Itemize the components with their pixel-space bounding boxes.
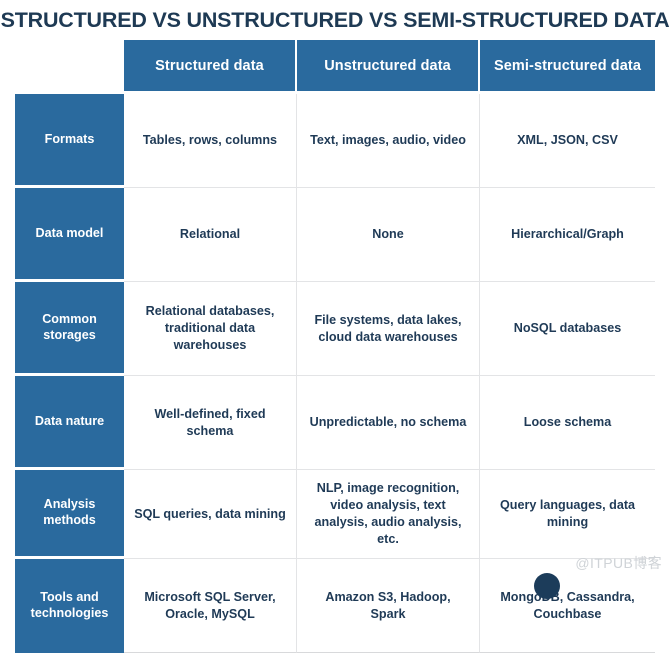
- table-header: Structured data Unstructured data Semi-s…: [15, 40, 655, 94]
- table-row: Analysis methods SQL queries, data minin…: [15, 470, 655, 559]
- cell-data-model-semi-structured: Hierarchical/Graph: [480, 188, 655, 282]
- cell-tools-unstructured: Amazon S3, Hadoop, Spark: [297, 559, 480, 653]
- cell-formats-semi-structured: XML, JSON, CSV: [480, 94, 655, 188]
- header-row: Structured data Unstructured data Semi-s…: [15, 40, 655, 94]
- table-body: Formats Tables, rows, columns Text, imag…: [15, 94, 655, 653]
- row-header-common-storages: Common storages: [15, 282, 124, 376]
- table-corner-cell: [15, 40, 124, 94]
- cell-analysis-methods-structured: SQL queries, data mining: [124, 470, 297, 559]
- row-header-data-nature: Data nature: [15, 376, 124, 470]
- comparison-table-container: Structured data Unstructured data Semi-s…: [15, 40, 655, 653]
- decorative-circle: [534, 573, 560, 599]
- cell-data-model-structured: Relational: [124, 188, 297, 282]
- cell-data-model-unstructured: None: [297, 188, 480, 282]
- table-row: Tools and technologies Microsoft SQL Ser…: [15, 559, 655, 653]
- row-header-formats: Formats: [15, 94, 124, 188]
- column-header-structured: Structured data: [124, 40, 297, 94]
- table-row: Data nature Well-defined, fixed schema U…: [15, 376, 655, 470]
- cell-common-storages-unstructured: File systems, data lakes, cloud data war…: [297, 282, 480, 376]
- row-header-analysis-methods: Analysis methods: [15, 470, 124, 559]
- cell-common-storages-semi-structured: NoSQL databases: [480, 282, 655, 376]
- table-row: Formats Tables, rows, columns Text, imag…: [15, 94, 655, 188]
- comparison-table: Structured data Unstructured data Semi-s…: [15, 40, 655, 653]
- comparison-infographic: STRUCTURED VS UNSTRUCTURED VS SEMI-STRUC…: [0, 0, 670, 653]
- table-row: Data model Relational None Hierarchical/…: [15, 188, 655, 282]
- cell-common-storages-structured: Relational databases, traditional data w…: [124, 282, 297, 376]
- cell-data-nature-semi-structured: Loose schema: [480, 376, 655, 470]
- cell-analysis-methods-semi-structured: Query languages, data mining: [480, 470, 655, 559]
- table-row: Common storages Relational databases, tr…: [15, 282, 655, 376]
- cell-data-nature-unstructured: Unpredictable, no schema: [297, 376, 480, 470]
- row-header-tools-and-technologies: Tools and technologies: [15, 559, 124, 653]
- cell-tools-structured: Microsoft SQL Server, Oracle, MySQL: [124, 559, 297, 653]
- column-header-unstructured: Unstructured data: [297, 40, 480, 94]
- row-header-data-model: Data model: [15, 188, 124, 282]
- cell-formats-unstructured: Text, images, audio, video: [297, 94, 480, 188]
- column-header-semi-structured: Semi-structured data: [480, 40, 655, 94]
- page-title: STRUCTURED VS UNSTRUCTURED VS SEMI-STRUC…: [0, 8, 670, 32]
- cell-formats-structured: Tables, rows, columns: [124, 94, 297, 188]
- cell-analysis-methods-unstructured: NLP, image recognition, video analysis, …: [297, 470, 480, 559]
- watermark-text: @ITPUB博客: [575, 555, 662, 571]
- cell-data-nature-structured: Well-defined, fixed schema: [124, 376, 297, 470]
- cell-tools-semi-structured: MongoDB, Cassandra, Couchbase: [480, 559, 655, 653]
